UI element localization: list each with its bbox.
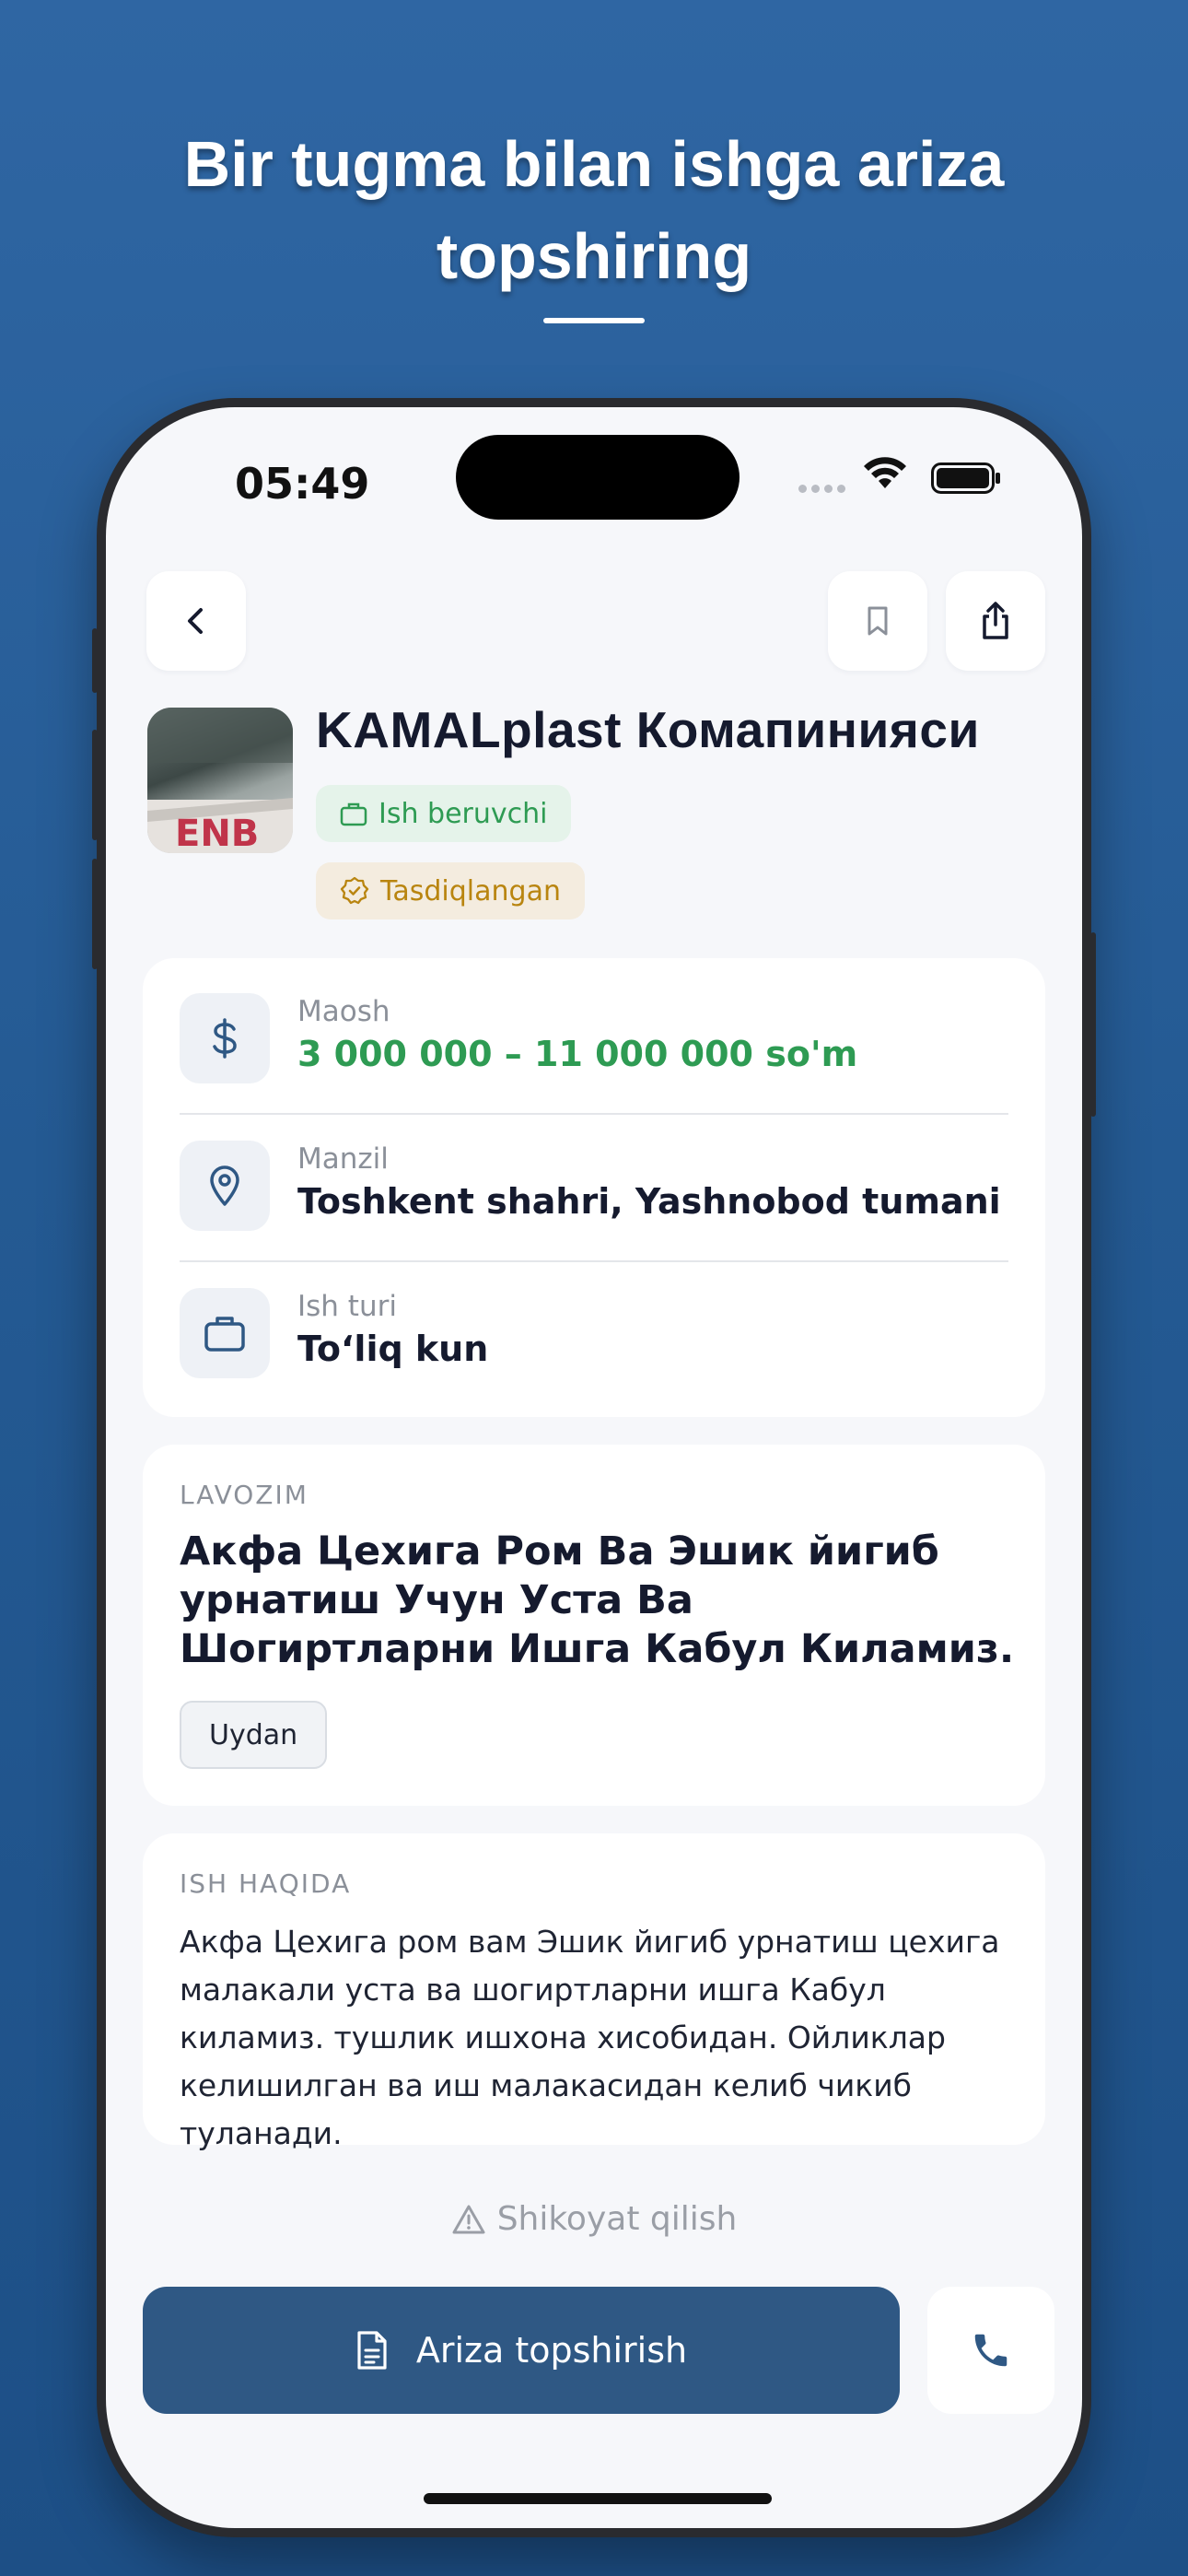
employer-badge: Ish beruvchi: [316, 785, 572, 842]
job-type-label: Ish turi: [297, 1290, 397, 1323]
employer-badge-label: Ish beruvchi: [379, 797, 548, 830]
phone-volume-down: [92, 859, 98, 969]
verified-badge-label: Tasdiqlangan: [380, 874, 561, 907]
verified-badge: Tasdiqlangan: [316, 862, 585, 919]
cellular-signal-icon: [798, 481, 850, 498]
back-button[interactable]: [146, 571, 246, 671]
phone-volume-up: [92, 730, 98, 840]
briefcase-icon: [180, 1288, 270, 1378]
bookmark-button[interactable]: [828, 571, 927, 671]
call-button[interactable]: [927, 2287, 1054, 2414]
battery-icon: [931, 463, 1001, 498]
promo-headline: Bir tugma bilan ishga ariza topshiring: [0, 118, 1188, 302]
company-name: KAMALplast Комапинияси: [316, 701, 980, 758]
job-type-value: To‘liq kun: [297, 1329, 489, 1369]
phone-power-button: [1090, 932, 1096, 1117]
info-divider-2: [180, 1260, 1008, 1262]
chevron-left-icon: [188, 608, 203, 634]
address-value: Toshkent shahri, Yashnobod tumani: [297, 1181, 1001, 1222]
dynamic-island: [456, 435, 740, 520]
company-logo: ENB: [147, 708, 293, 853]
job-info-card: Maosh 3 000 000 – 11 000 000 so'm Manzil…: [143, 958, 1045, 1417]
salary-row: Maosh 3 000 000 – 11 000 000 so'm: [180, 988, 1008, 1089]
share-icon: [983, 602, 1008, 639]
address-label: Manzil: [297, 1142, 389, 1176]
phone-side-button: [92, 628, 98, 693]
phone-icon: [974, 2334, 1007, 2367]
headline-line-1: Bir tugma bilan ishga ariza: [183, 128, 1005, 200]
svg-text:ENB: ENB: [175, 813, 259, 853]
app-screen: 05:49 ENB KAMALplast Комапинияси Ish ber…: [106, 407, 1082, 2528]
dollar-icon: [180, 993, 270, 1083]
about-card: ISH HAQIDA Акфа Цехига ром вам Эшик йиги…: [143, 1833, 1045, 2151]
apply-button[interactable]: Ariza topshirish: [143, 2287, 900, 2414]
job-type-row: Ish turi To‘liq kun: [180, 1282, 1008, 1384]
status-time: 05:49: [235, 459, 370, 509]
document-icon: [357, 2331, 387, 2370]
about-section-label: ISH HAQIDA: [180, 1868, 352, 1899]
headline-underline: [543, 318, 645, 323]
briefcase-icon: [340, 802, 367, 826]
report-link-label: Shikoyat qilish: [496, 2200, 738, 2238]
warning-icon: [452, 2205, 485, 2233]
job-description: Акфа Цехига ром вам Эшик йигиб урнатиш ц…: [180, 1924, 1000, 2151]
position-title: Акфа Цехига Ром Ва Эшик йигиб урнатиш Уч…: [180, 1528, 1015, 1672]
position-card: LAVOZIM Акфа Цехига Ром Ва Эшик йигиб ур…: [143, 1445, 1045, 1806]
wifi-icon: [863, 455, 907, 495]
headline-line-2: topshiring: [436, 220, 752, 292]
work-location-tag: Uydan: [180, 1701, 328, 1769]
info-divider-1: [180, 1113, 1008, 1115]
location-pin-icon: [180, 1141, 270, 1231]
home-indicator[interactable]: [424, 2493, 772, 2504]
position-section-label: LAVOZIM: [180, 1480, 309, 1510]
salary-value: 3 000 000 – 11 000 000 so'm: [297, 1034, 858, 1074]
apply-button-label: Ariza topshirish: [415, 2330, 688, 2371]
share-button[interactable]: [946, 571, 1045, 671]
report-link[interactable]: Shikoyat qilish: [106, 2200, 1082, 2238]
phone-frame: 05:49 ENB KAMALplast Комапинияси Ish ber…: [92, 398, 1096, 2537]
address-row: Manzil Toshkent shahri, Yashnobod tumani: [180, 1135, 1008, 1236]
verified-check-icon: [340, 876, 369, 905]
bookmark-icon: [868, 606, 888, 636]
salary-label: Maosh: [297, 995, 390, 1028]
